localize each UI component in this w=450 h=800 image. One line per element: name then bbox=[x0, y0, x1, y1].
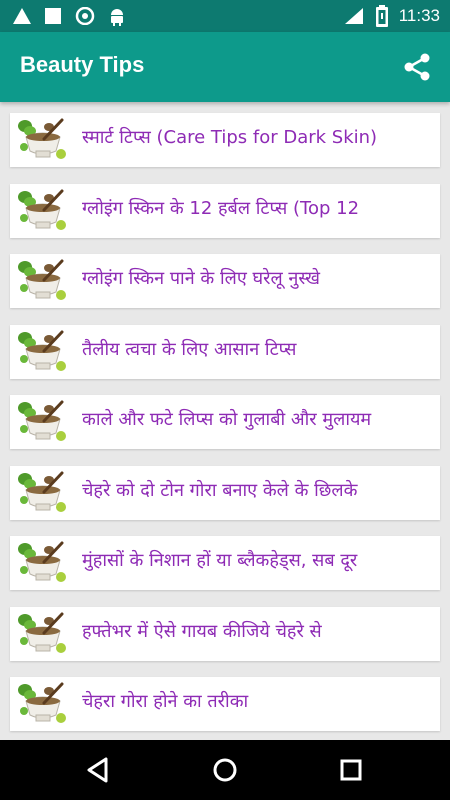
warning-icon bbox=[13, 8, 31, 24]
list-item-label: चेहरा गोरा होने का तरीका bbox=[82, 691, 249, 712]
herbal-mortar-icon bbox=[16, 258, 68, 304]
list-item-label: तैलीय त्वचा के लिए आसान टिप्स bbox=[82, 338, 297, 360]
list-item[interactable]: मुंहासों के निशान हों या ब्लैकहेड्स, सब … bbox=[10, 536, 440, 590]
list-item-label: काले और फटे लिप्स को गुलाबी और मुलायम bbox=[82, 409, 372, 430]
recents-icon[interactable] bbox=[335, 754, 367, 786]
herbal-mortar-icon bbox=[16, 188, 68, 234]
list-item-label: मुंहासों के निशान हों या ब्लैकहेड्स, सब … bbox=[82, 550, 358, 571]
list-item-label: हफ्तेभर में ऐसे गायब कीजिये चेहरे से bbox=[82, 620, 322, 642]
herbal-mortar-icon bbox=[16, 399, 68, 445]
list-item[interactable]: काले और फटे लिप्स को गुलाबी और मुलायम bbox=[10, 395, 440, 449]
list-item-label: ग्लोइंग स्किन पाने के लिए घरेलू नुस्खे bbox=[82, 268, 320, 289]
herbal-mortar-icon bbox=[16, 329, 68, 375]
list-item[interactable]: चेहरे को दो टोन गोरा बनाए केले के छिलके bbox=[10, 465, 440, 520]
status-time: 11:33 bbox=[398, 6, 440, 25]
list-item[interactable]: तैलीय त्वचा के लिए आसान टिप्स bbox=[10, 324, 440, 379]
app-title: Beauty Tips bbox=[20, 52, 145, 77]
herbal-mortar-icon bbox=[16, 681, 68, 727]
wifi-icon bbox=[344, 8, 363, 24]
home-icon[interactable] bbox=[209, 754, 241, 786]
status-bar: 11:33 bbox=[0, 0, 450, 32]
android-icon bbox=[111, 9, 123, 26]
battery-icon bbox=[375, 5, 388, 27]
herbal-mortar-icon bbox=[16, 117, 68, 163]
share-icon[interactable] bbox=[402, 52, 432, 82]
app-bar: Beauty Tips bbox=[0, 32, 450, 102]
list-item-label: स्मार्ट टिप्स (Care Tips for Dark Skin) bbox=[82, 127, 378, 148]
list-item-label: चेहरे को दो टोन गोरा बनाए केले के छिलके bbox=[82, 479, 358, 501]
herbal-mortar-icon bbox=[16, 540, 68, 586]
herbal-mortar-icon bbox=[16, 611, 68, 657]
list-item[interactable]: ग्लोइंग स्किन के 12 हर्बल टिप्स (Top 12 bbox=[10, 183, 440, 238]
back-icon[interactable] bbox=[82, 754, 114, 786]
list-item[interactable]: ग्लोइंग स्किन पाने के लिए घरेलू नुस्खे bbox=[10, 254, 440, 308]
list-item[interactable]: हफ्तेभर में ऐसे गायब कीजिये चेहरे से bbox=[10, 606, 440, 661]
camera-icon bbox=[75, 7, 95, 25]
list-item[interactable]: चेहरा गोरा होने का तरीका bbox=[10, 677, 440, 731]
herbal-mortar-icon bbox=[16, 470, 68, 516]
navigation-bar bbox=[0, 740, 450, 800]
square-icon bbox=[45, 8, 61, 24]
list-item[interactable]: स्मार्ट टिप्स (Care Tips for Dark Skin) bbox=[10, 113, 440, 167]
list-item-label: ग्लोइंग स्किन के 12 हर्बल टिप्स (Top 12 bbox=[82, 197, 360, 219]
